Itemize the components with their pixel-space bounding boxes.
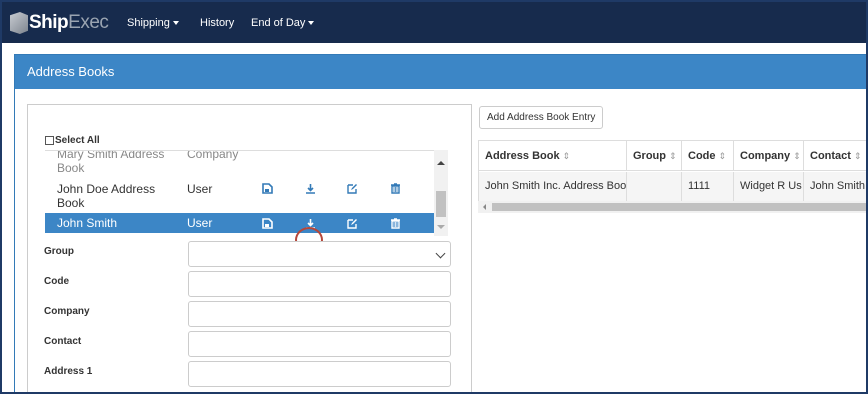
sort-icon: ⇕ (854, 151, 862, 161)
download-icon[interactable] (303, 181, 317, 195)
scroll-thumb[interactable] (492, 203, 866, 211)
nav-end-of-day-menu[interactable]: End of Day (251, 2, 315, 43)
code-label: Code (44, 276, 69, 287)
table-cell-address-book[interactable]: John Smith Inc. Address Book (479, 172, 627, 201)
top-navbar: ShipExec Shipping History End of Day (2, 2, 866, 43)
add-address-book-entry-button[interactable]: Add Address Book Entry (479, 106, 604, 129)
logo-text-ship: Ship (29, 12, 69, 33)
column-header-group[interactable]: Group ⇕ (627, 141, 682, 171)
sort-icon: ⇕ (718, 151, 727, 161)
trash-icon[interactable] (388, 181, 402, 195)
table-cell-group[interactable] (627, 172, 682, 201)
app-window: ShipExec Shipping History End of Day Add… (0, 0, 868, 394)
list-item-type: User (187, 216, 213, 230)
list-item-name: John Doe Address Book (57, 182, 156, 210)
address-book-table: Address Book ⇕ Group ⇕ Code ⇕ Company ⇕ … (478, 140, 866, 201)
save-icon[interactable] (260, 216, 274, 230)
table-cell-contact[interactable]: John Smith (804, 172, 866, 201)
table-cell-company[interactable]: Widget R Us (734, 172, 804, 201)
scroll-down-icon[interactable] (434, 220, 448, 234)
address-book-list: Mary Smith Address Book Company John Doe… (45, 150, 446, 236)
list-item-name: Mary Smith Address Book (57, 150, 165, 175)
list-item-type: User (187, 182, 213, 196)
logo-box-icon (10, 12, 28, 34)
group-label: Group (44, 246, 74, 257)
caret-down-icon (172, 21, 179, 26)
list-item-name: John Smith (57, 216, 118, 230)
scroll-thumb[interactable] (436, 191, 446, 217)
column-header-code[interactable]: Code ⇕ (682, 141, 734, 171)
select-all-control[interactable]: Select All (45, 135, 100, 146)
edit-icon[interactable] (345, 181, 359, 195)
column-header-contact[interactable]: Contact ⇕ (804, 141, 866, 171)
nav-shipping-menu[interactable]: Shipping (127, 2, 179, 43)
logo-text-exec: Exec (68, 12, 109, 33)
nav-shipping-label: Shipping (127, 17, 170, 29)
caret-down-icon (308, 21, 315, 26)
group-select[interactable] (188, 241, 451, 267)
nav-end-of-day-label: End of Day (251, 17, 306, 29)
select-all-checkbox[interactable] (45, 136, 54, 145)
column-header-company[interactable]: Company ⇕ (734, 141, 804, 171)
contact-field[interactable] (188, 331, 451, 357)
trash-icon[interactable] (388, 216, 402, 230)
panel-title: Address Books (15, 55, 866, 89)
code-field[interactable] (188, 271, 451, 297)
list-item[interactable]: John Doe Address Book User (45, 181, 446, 211)
address1-field[interactable] (188, 361, 451, 387)
edit-icon[interactable] (345, 216, 359, 230)
company-field[interactable] (188, 301, 451, 327)
nav-history-link[interactable]: History (200, 2, 234, 43)
scroll-up-icon[interactable] (434, 156, 448, 170)
list-item-type: Company (187, 150, 239, 161)
contact-label: Contact (44, 336, 82, 347)
column-header-address-book[interactable]: Address Book ⇕ (479, 141, 627, 171)
save-icon[interactable] (260, 181, 274, 195)
sort-icon: ⇕ (669, 151, 677, 161)
address1-label: Address 1 (44, 366, 93, 377)
company-label: Company (44, 306, 90, 317)
sort-icon: ⇕ (793, 151, 801, 161)
table-cell-code[interactable]: 1111 (682, 172, 734, 201)
nav-history-label: History (200, 17, 235, 29)
select-all-label: Select All (55, 135, 100, 146)
list-item-selected[interactable]: John Smith User (45, 213, 446, 233)
list-item[interactable]: Mary Smith Address Book Company (45, 150, 446, 175)
sort-icon: ⇕ (562, 151, 571, 161)
chevron-down-icon (435, 248, 446, 259)
table-horizontal-scrollbar[interactable] (478, 201, 866, 213)
shipexec-logo[interactable]: ShipExec (10, 8, 109, 38)
list-scrollbar[interactable] (434, 150, 448, 236)
